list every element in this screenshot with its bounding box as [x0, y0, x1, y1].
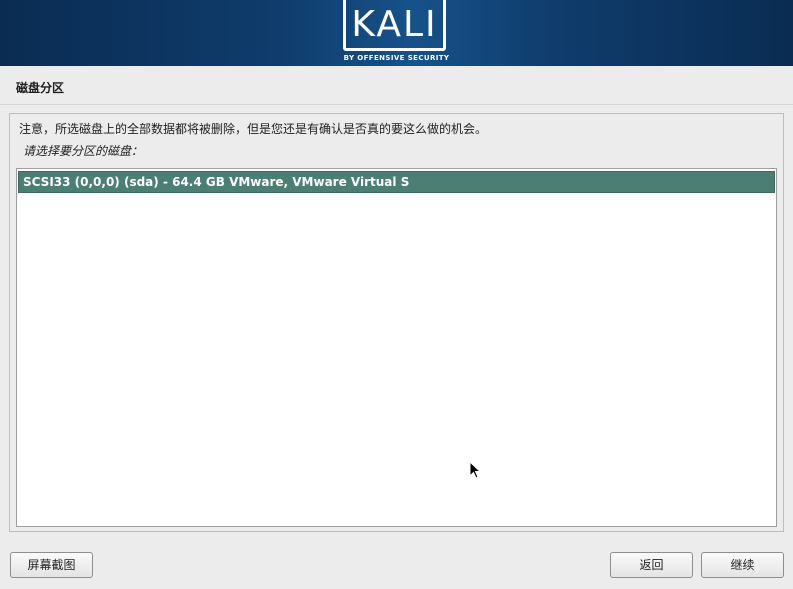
kali-banner: KALI BY OFFENSIVE SECURITY — [0, 0, 793, 66]
title-divider — [0, 104, 793, 105]
arrow-pointer-icon — [469, 461, 481, 479]
disk-select-prompt: 请选择要分区的磁盘： — [23, 144, 144, 158]
disk-item-sda[interactable]: SCSI33 (0,0,0) (sda) - 64.4 GB VMware, V… — [18, 171, 775, 193]
warning-text: 注意，所选磁盘上的全部数据都将被删除，但是您还是有确认是否真的要这么做的机会。 — [19, 122, 488, 136]
disk-list[interactable]: SCSI33 (0,0,0) (sda) - 64.4 GB VMware, V… — [16, 168, 777, 527]
kali-logo-subtitle: BY OFFENSIVE SECURITY — [343, 54, 450, 62]
page-title: 磁盘分区 — [16, 81, 65, 95]
continue-button[interactable]: 继续 — [701, 552, 784, 578]
kali-logo: KALI BY OFFENSIVE SECURITY — [341, 0, 452, 64]
screenshot-button[interactable]: 屏幕截图 — [10, 552, 93, 578]
kali-logo-text: KALI — [351, 4, 438, 45]
back-button[interactable]: 返回 — [610, 552, 693, 578]
